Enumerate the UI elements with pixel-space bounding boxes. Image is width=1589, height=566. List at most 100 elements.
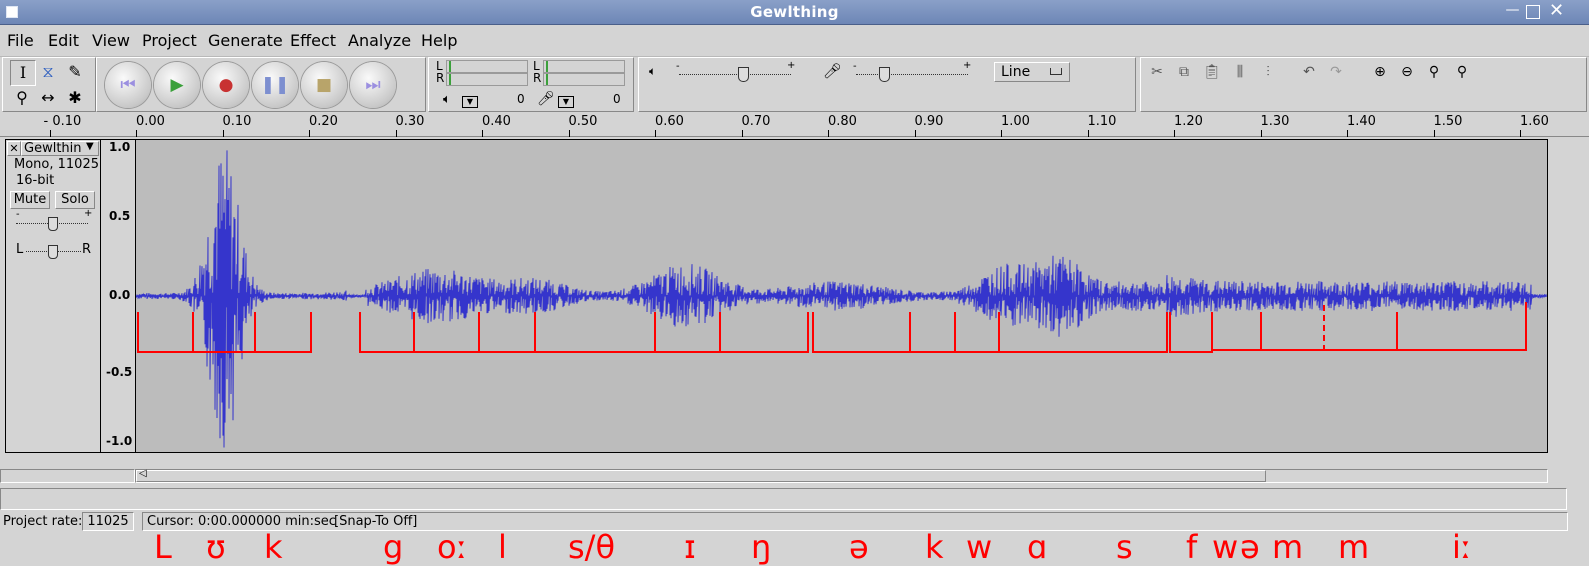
ruler-tick-label: 1.40	[1347, 114, 1376, 129]
ruler-tick-label: 0.60	[655, 114, 684, 129]
ruler-tick	[1260, 130, 1262, 137]
play-meter-left	[446, 60, 528, 73]
track-control-panel: ✕ Gewlthin ▼ Mono, 11025Hz 16-bit Mute S…	[5, 139, 116, 453]
zoom-out-icon[interactable]: ⊖	[1395, 60, 1419, 84]
ruler-tick-label: 0.10	[222, 114, 252, 129]
play-meter-dropdown-icon[interactable]: ▼	[462, 96, 478, 108]
envelope-tool-icon[interactable]: ⧖	[36, 60, 60, 84]
mute-button[interactable]: Mute	[10, 191, 50, 209]
amplitude-label: 0.5	[109, 209, 131, 223]
scroll-left-icon[interactable]: ◁	[139, 468, 147, 479]
input-gain-max: +	[963, 60, 972, 71]
title-bar: Gewlthing — ✕	[0, 0, 1589, 25]
output-volume-slider[interactable]	[679, 74, 791, 76]
output-gain-min: -	[676, 61, 680, 72]
skip-end-button[interactable]: ⏭	[350, 62, 396, 108]
segment-label: f	[1186, 528, 1198, 566]
ruler-tick-label: 1.10	[1087, 114, 1117, 129]
ruler-tick	[1433, 130, 1435, 137]
timeshift-tool-icon[interactable]: ↔	[36, 86, 60, 110]
waveform-area[interactable]: L ʊ k g oː l s/θ ɪ ŋ ə k w ɑ s f w ə m m…	[135, 139, 1548, 566]
menu-project[interactable]: Project	[142, 31, 197, 50]
project-rate-input[interactable]: 11025	[82, 512, 134, 531]
input-volume-thumb[interactable]	[879, 67, 890, 82]
track-close-icon[interactable]: ✕	[7, 141, 21, 156]
fit-project-icon[interactable]: ⚲	[1450, 60, 1474, 84]
zoom-tool-icon[interactable]: ⚲	[10, 86, 34, 110]
input-source-select[interactable]: Line	[994, 62, 1070, 82]
maximize-icon[interactable]	[1526, 5, 1540, 19]
zoom-in-icon[interactable]: ⊕	[1368, 60, 1392, 84]
horizontal-scrollbar[interactable]: ◁	[135, 468, 1548, 483]
pan-left-label: L	[16, 242, 24, 257]
skip-end-icon: ⏭	[365, 75, 381, 95]
input-volume-slider[interactable]	[856, 74, 968, 76]
menu-bar: File Edit View Project Generate Effect A…	[0, 25, 1589, 57]
track-name-menu[interactable]: Gewlthin ▼	[21, 141, 99, 156]
minimize-icon[interactable]: —	[1505, 3, 1520, 18]
ruler-tick	[482, 130, 483, 137]
play-meter-value: 0	[517, 92, 525, 106]
ruler-tick	[568, 130, 570, 137]
play-button[interactable]: ▶	[154, 62, 200, 108]
input-source-value: Line	[1001, 64, 1031, 80]
skip-start-button[interactable]: ⏮	[105, 62, 151, 108]
record-meter-value: 0	[613, 92, 621, 106]
output-volume-thumb[interactable]	[738, 67, 749, 82]
menu-file[interactable]: File	[7, 31, 34, 50]
menu-generate[interactable]: Generate	[208, 31, 283, 50]
stop-button[interactable]: ■	[301, 62, 347, 108]
segment-label: ɑ	[1027, 528, 1048, 566]
input-mic-icon: 🎤︎	[823, 62, 843, 80]
ruler-tick	[655, 130, 656, 137]
ruler-tick-label: 1.20	[1174, 114, 1203, 129]
status-bar: Project rate: 11025 Cursor: 0:00.000000 …	[0, 512, 1589, 532]
ruler-tick-label: 0.40	[482, 114, 511, 129]
close-icon[interactable]: ✕	[1549, 2, 1564, 20]
menu-view[interactable]: View	[92, 31, 130, 50]
waveform	[136, 150, 1547, 448]
ruler-tick	[741, 130, 743, 137]
trim-icon[interactable]: ⫼	[1228, 60, 1252, 84]
ruler-tick-label: 0.00	[136, 114, 165, 129]
gain-plus-label: +	[84, 208, 93, 219]
segment-label: g	[383, 528, 404, 566]
ruler-tick	[309, 130, 310, 137]
menu-effect[interactable]: Effect	[290, 31, 336, 50]
segment-label: w	[966, 528, 993, 566]
segment-label: ɪ	[684, 528, 696, 566]
undo-icon[interactable]: ↶	[1297, 60, 1321, 84]
copy-icon[interactable]: ⧉	[1172, 60, 1196, 84]
multi-tool-icon[interactable]: ✱	[63, 86, 87, 110]
segment-label: k	[264, 528, 283, 566]
ruler-tick	[1174, 130, 1175, 137]
window-title: Gewlthing	[750, 3, 839, 21]
microphone-icon: 🎤︎	[537, 91, 555, 107]
cursor-position: Cursor: 0:00.000000 min:sec	[147, 514, 336, 529]
record-button[interactable]: ●	[203, 62, 249, 108]
pause-button[interactable]: ❚❚	[252, 62, 298, 108]
gain-slider-thumb[interactable]	[48, 217, 58, 231]
menu-edit[interactable]: Edit	[48, 31, 79, 50]
segment-label: iː	[1452, 528, 1472, 566]
scrollbar-thumb[interactable]: ◁	[136, 468, 1266, 482]
ruler-tick-label: 1.00	[1001, 114, 1030, 129]
fit-selection-icon[interactable]: ⚲	[1422, 60, 1446, 84]
ruler-tick	[1087, 130, 1089, 137]
play-icon: ▶	[170, 75, 184, 95]
silence-icon[interactable]: ⫶	[1256, 60, 1280, 84]
selection-tool-icon[interactable]: I	[10, 60, 36, 86]
menu-help[interactable]: Help	[421, 31, 457, 50]
draw-tool-icon[interactable]: ✎	[63, 60, 87, 84]
segment-label: ə	[849, 528, 869, 566]
redo-icon[interactable]: ↷	[1324, 60, 1348, 84]
segment-label: ŋ	[751, 528, 772, 566]
cut-icon[interactable]: ✂	[1145, 60, 1169, 84]
solo-button[interactable]: Solo	[55, 191, 95, 209]
segment-label: oː	[437, 528, 468, 566]
record-meter-dropdown-icon[interactable]: ▼	[558, 96, 574, 108]
menu-analyze[interactable]: Analyze	[348, 31, 411, 50]
paste-icon[interactable]: 📋︎	[1200, 60, 1224, 84]
segment-label: w	[1212, 528, 1239, 566]
pan-slider-thumb[interactable]	[48, 245, 58, 259]
